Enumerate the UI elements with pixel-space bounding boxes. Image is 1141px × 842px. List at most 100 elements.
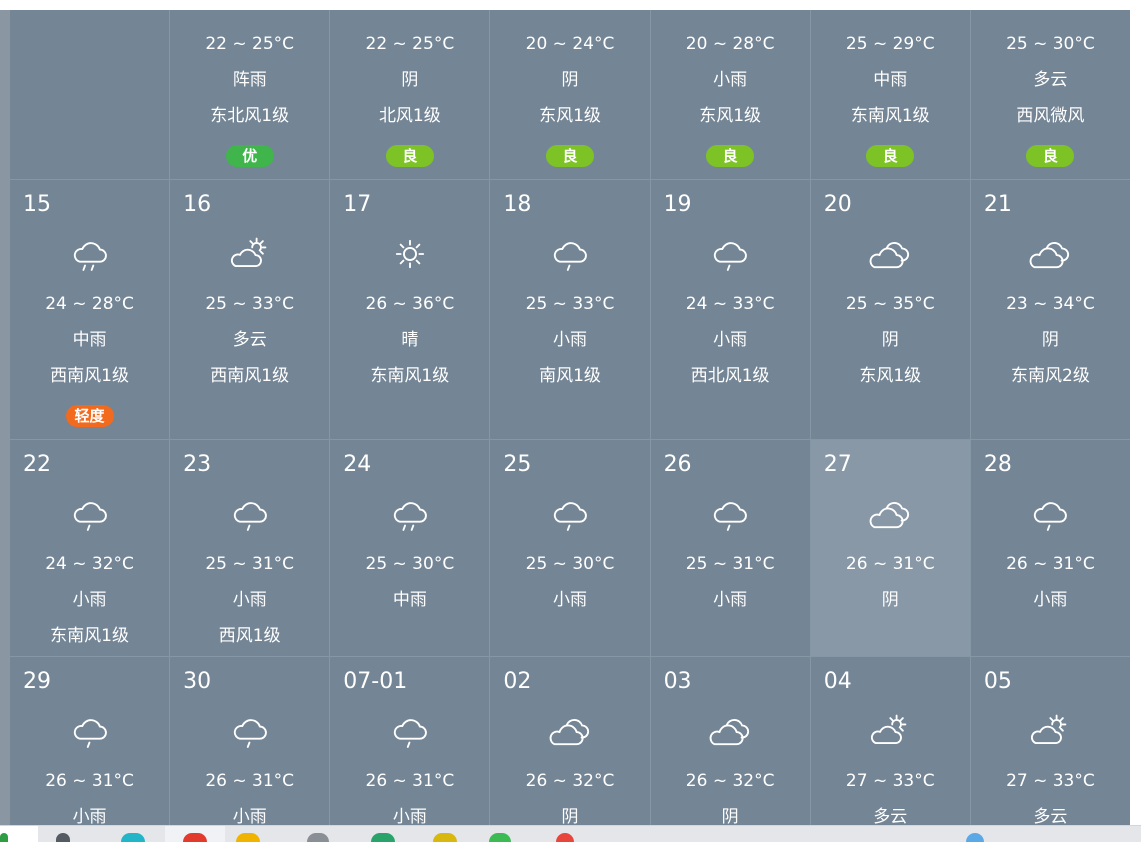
calendar-day-cell[interactable]: 03 26 ~ 32°C 阴 <box>650 657 810 842</box>
weather-condition: 阴 <box>881 590 899 610</box>
light-rain-icon <box>170 482 329 546</box>
weather-icon-graphic <box>73 242 107 271</box>
calendar-day-cell[interactable]: 02 26 ~ 32°C 阴 <box>490 657 650 842</box>
calendar-day-cell[interactable]: 07-01 26 ~ 31°C 小雨 <box>330 657 490 842</box>
temperature-range: 26 ~ 36°C <box>365 294 455 314</box>
weather-condition: 小雨 <box>552 590 587 610</box>
calendar-day-cell[interactable]: 22 ~ 25°C 阵雨 东北风1级优 <box>170 10 330 179</box>
calendar-day-cell[interactable]: 27 26 ~ 31°C 阴 <box>810 440 970 656</box>
app-icon[interactable] <box>183 833 207 842</box>
calendar-day-cell[interactable]: 25 ~ 29°C 中雨 东南风1级良 <box>810 10 970 179</box>
calendar-day-cell[interactable]: 22 24 ~ 32°C 小雨 东南风1级 <box>10 440 170 656</box>
weather-condition: 小雨 <box>72 590 107 610</box>
weather-condition: 中雨 <box>392 590 427 610</box>
calendar-day-cell[interactable]: 20 25 ~ 35°C 阴东风1级 <box>810 180 970 439</box>
folder-icon[interactable] <box>236 833 260 842</box>
light-rain-icon <box>971 482 1130 546</box>
weather-condition: 多云 <box>1033 70 1068 90</box>
weather-icon-graphic <box>869 242 910 269</box>
search-icon[interactable] <box>56 833 70 842</box>
app-icon[interactable] <box>371 833 395 842</box>
weather-condition: 小雨 <box>713 330 748 350</box>
app-icon[interactable] <box>489 833 511 842</box>
calendar-day-cell[interactable]: 17 26 ~ 36°C 晴东南风1级 <box>330 180 490 439</box>
temperature-range: 26 ~ 32°C <box>525 771 615 791</box>
aqi-badge: 良 <box>706 145 755 167</box>
calendar-day-cell[interactable]: 26 25 ~ 31°C 小雨 <box>650 440 810 656</box>
weather-condition: 阵雨 <box>232 70 267 90</box>
calendar-day-cell[interactable]: 29 26 ~ 31°C 小雨 <box>10 657 170 842</box>
weather-icon-graphic <box>553 242 587 271</box>
sunny-icon <box>330 222 489 286</box>
temperature-range: 26 ~ 31°C <box>845 554 935 574</box>
light-rain-icon <box>651 482 810 546</box>
aqi-badge-row: 优 <box>225 134 274 176</box>
calendar-day-cell[interactable]: 23 25 ~ 31°C 小雨 西风1级 <box>170 440 330 656</box>
weather-icon-graphic <box>73 502 107 531</box>
day-number: 27 <box>823 452 852 477</box>
calendar-day-cell[interactable]: 15 24 ~ 28°C 中雨 西南风1级 轻度 <box>10 180 170 439</box>
calendar-day-cell[interactable]: 24 25 ~ 30°C 中雨 <box>330 440 490 656</box>
calendar-day-cell[interactable]: 04 27 ~ 33°C 多云 <box>810 657 970 842</box>
aqi-badge-row: 良 <box>1026 134 1075 176</box>
calendar-day-cell[interactable]: 22 ~ 25°C 阴北风1级良 <box>330 10 490 179</box>
calendar-day-cell[interactable]: 21 23 ~ 34°C 阴东南风2级 <box>970 180 1130 439</box>
partly-cloudy-icon <box>811 699 970 763</box>
temperature-range: 25 ~ 33°C <box>205 294 295 314</box>
weather-condition: 晴 <box>401 330 419 350</box>
temperature-range: 26 ~ 31°C <box>45 771 134 791</box>
day-number: 22 <box>23 452 51 477</box>
calendar-day-cell[interactable]: 25 25 ~ 30°C 小雨 <box>490 440 650 656</box>
weather-icon-graphic <box>871 714 907 745</box>
calendar-day-cell[interactable]: 16 25 ~ 33°C 多云 西南风1级 <box>170 180 330 439</box>
calendar-day-cell[interactable]: 25 ~ 30°C 多云 西风微风良 <box>970 10 1130 179</box>
app-icon[interactable] <box>556 833 574 842</box>
wind-info: 东风1级 <box>539 106 601 126</box>
calendar-day-cell[interactable]: 19 24 ~ 33°C 小雨 西北风1级 <box>650 180 810 439</box>
temperature-range: 26 ~ 31°C <box>365 771 455 791</box>
wind-info: 东南风2级 <box>1011 366 1090 386</box>
calendar-day-cell[interactable]: 28 26 ~ 31°C 小雨 <box>970 440 1130 656</box>
temperature-range: 24 ~ 32°C <box>45 554 134 574</box>
temperature-range: 27 ~ 33°C <box>1006 771 1095 791</box>
app-icon[interactable] <box>433 833 457 842</box>
overcast-icon <box>811 222 970 286</box>
weather-icon-graphic <box>714 502 747 531</box>
overcast-icon <box>811 482 970 546</box>
wind-info: 东风1级 <box>859 366 922 386</box>
temperature-range: 27 ~ 33°C <box>845 771 935 791</box>
document-icon[interactable] <box>307 833 329 842</box>
temperature-range: 25 ~ 35°C <box>845 294 935 314</box>
weather-icon-graphic <box>395 239 424 269</box>
day-number: 28 <box>983 452 1012 477</box>
overcast-icon <box>971 222 1130 286</box>
wind-info: 南风1级 <box>539 366 601 386</box>
temperature-range: 26 ~ 31°C <box>205 771 295 791</box>
weather-condition: 小雨 <box>713 70 748 90</box>
day-number: 30 <box>183 669 212 694</box>
start-icon[interactable] <box>0 833 8 842</box>
aqi-badge-row: 良 <box>545 134 594 176</box>
calendar-day-cell[interactable]: 20 ~ 28°C 小雨 东风1级良 <box>650 10 810 179</box>
calendar-day-cell[interactable]: 30 26 ~ 31°C 小雨 <box>170 657 330 842</box>
day-number: 17 <box>343 192 372 217</box>
calendar-day-cell[interactable]: 18 25 ~ 33°C 小雨 南风1级 <box>490 180 650 439</box>
app-icon[interactable] <box>966 833 984 842</box>
temperature-range: 25 ~ 33°C <box>525 294 615 314</box>
wind-info: 东南风1级 <box>370 366 450 386</box>
aqi-badge: 良 <box>545 145 594 167</box>
weather-icon-graphic <box>233 719 267 748</box>
aqi-badge: 良 <box>1026 145 1075 167</box>
weather-icon-graphic <box>714 242 747 271</box>
temperature-range: 25 ~ 30°C <box>1006 34 1095 54</box>
weather-icon-graphic <box>393 719 427 748</box>
day-number: 21 <box>983 192 1012 217</box>
app-icon[interactable] <box>121 833 145 842</box>
day-number: 02 <box>503 669 532 694</box>
day-number: 03 <box>663 669 692 694</box>
weather-condition: 小雨 <box>1033 590 1068 610</box>
calendar-day-cell[interactable]: 20 ~ 24°C 阴东风1级良 <box>490 10 650 179</box>
calendar-day-cell[interactable]: 05 27 ~ 33°C 多云 <box>970 657 1130 842</box>
weather-condition: 中雨 <box>72 330 107 350</box>
weather-icon-graphic <box>1031 714 1067 745</box>
